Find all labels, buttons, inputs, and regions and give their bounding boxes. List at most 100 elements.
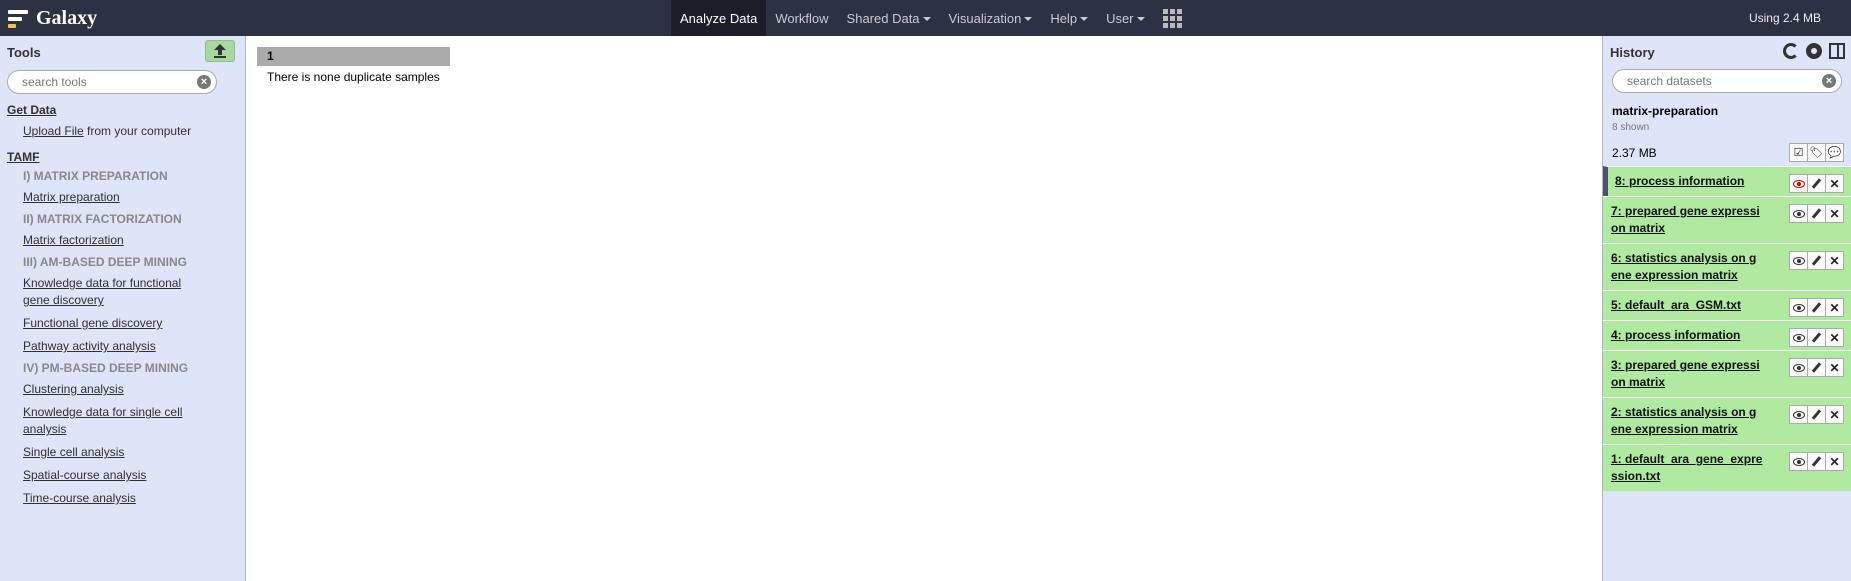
tool-section-tamf[interactable]: TAMF xyxy=(7,150,245,164)
dataset-title[interactable]: 4: process information xyxy=(1603,321,1763,350)
annotation-button[interactable]: 💬 xyxy=(1825,143,1844,162)
delete-button[interactable]: ✕ xyxy=(1825,452,1844,471)
tool-search: × xyxy=(7,70,217,94)
display-button[interactable] xyxy=(1789,452,1808,471)
delete-button[interactable]: ✕ xyxy=(1825,298,1844,317)
history-dataset[interactable]: 2: statistics analysis on gene expressio… xyxy=(1603,397,1851,444)
columns-icon[interactable] xyxy=(1829,43,1845,59)
masthead: Galaxy Analyze Data Workflow Shared Data Vi… xyxy=(0,0,1851,36)
refresh-icon[interactable] xyxy=(1783,43,1799,59)
tool-link[interactable]: Matrix factorization xyxy=(0,232,200,249)
eye-icon xyxy=(1792,363,1805,372)
dataset-search-input[interactable] xyxy=(1613,70,1793,92)
history-dataset[interactable]: 8: process information ✕ xyxy=(1603,166,1851,196)
delete-button[interactable]: ✕ xyxy=(1825,174,1844,193)
dataset-title[interactable]: 6: statistics analysis on gene expressio… xyxy=(1603,244,1763,290)
tool-panel-title: Tools xyxy=(7,44,41,60)
tool-link[interactable]: Time-course analysis xyxy=(0,490,200,507)
display-button[interactable] xyxy=(1789,298,1808,317)
tool-link[interactable]: Spatial-course analysis xyxy=(0,467,200,484)
pencil-icon xyxy=(1811,409,1822,420)
eye-icon xyxy=(1792,209,1805,218)
brand[interactable]: Galaxy xyxy=(8,0,97,36)
display-button[interactable] xyxy=(1789,251,1808,270)
tool-section-get-data[interactable]: Get Data xyxy=(7,103,245,117)
display-button[interactable] xyxy=(1789,405,1808,424)
tool-link[interactable]: Pathway activity analysis xyxy=(0,338,200,355)
tool-section-label: III) AM-BASED DEEP MINING xyxy=(23,255,188,269)
history-dataset[interactable]: 1: default_ara_gene_expression.txt ✕ xyxy=(1603,444,1851,491)
edit-button[interactable] xyxy=(1807,298,1826,317)
nav-analyze-data[interactable]: Analyze Data xyxy=(671,0,767,36)
upload-button[interactable] xyxy=(205,40,235,62)
edit-button[interactable] xyxy=(1807,174,1826,193)
tool-link[interactable]: Knowledge data for single cell analysis xyxy=(0,404,200,438)
history-dataset[interactable]: 5: default_ara_GSM.txt ✕ xyxy=(1603,290,1851,320)
edit-button[interactable] xyxy=(1807,405,1826,424)
display-button[interactable] xyxy=(1789,358,1808,377)
tool-link[interactable]: Clustering analysis xyxy=(0,381,200,398)
edit-button[interactable] xyxy=(1807,251,1826,270)
close-icon: ✕ xyxy=(1829,300,1840,315)
select-items-button[interactable]: ☑ xyxy=(1789,143,1808,162)
upload-file-link[interactable]: Upload File xyxy=(23,124,84,138)
center-panel: 1 There is none duplicate samples xyxy=(247,36,1602,581)
history-panel-header: History xyxy=(1603,36,1851,68)
tool-link[interactable]: Matrix preparation xyxy=(0,189,200,206)
edit-button[interactable] xyxy=(1807,452,1826,471)
nav-shared-data[interactable]: Shared Data xyxy=(838,0,940,36)
history-dataset[interactable]: 7: prepared gene expression matrix ✕ xyxy=(1603,196,1851,243)
dataset-title[interactable]: 1: default_ara_gene_expression.txt xyxy=(1603,445,1763,491)
nav-workflow[interactable]: Workflow xyxy=(766,0,837,36)
nav-visualization[interactable]: Visualization xyxy=(940,0,1042,36)
tool-search-input[interactable] xyxy=(8,71,188,93)
delete-button[interactable]: ✕ xyxy=(1825,251,1844,270)
dataset-title[interactable]: 5: default_ara_GSM.txt xyxy=(1603,291,1763,320)
history-panel-title: History xyxy=(1610,44,1655,60)
caret-down-icon xyxy=(1080,17,1089,21)
tool-link[interactable]: Functional gene discovery xyxy=(0,315,200,332)
history-size-row: 2.37 MB ☑ 🏷 💬 xyxy=(1603,140,1851,166)
clear-search-icon[interactable]: × xyxy=(197,75,211,89)
gear-icon[interactable] xyxy=(1806,43,1822,59)
nav-label: User xyxy=(1106,10,1134,26)
edit-button[interactable] xyxy=(1807,204,1826,223)
delete-button[interactable]: ✕ xyxy=(1825,204,1844,223)
quota-meter[interactable]: Using 2.4 MB xyxy=(1749,0,1821,36)
eye-icon xyxy=(1792,303,1805,312)
tool-link[interactable]: Single cell analysis xyxy=(0,444,200,461)
pencil-icon xyxy=(1811,255,1822,266)
history-name[interactable]: matrix-preparation xyxy=(1612,104,1851,118)
dataset-title[interactable]: 2: statistics analysis on gene expressio… xyxy=(1603,398,1763,444)
pencil-icon xyxy=(1811,178,1822,189)
eye-icon xyxy=(1792,256,1805,265)
dataset-search: × xyxy=(1612,69,1842,93)
history-dataset[interactable]: 4: process information ✕ xyxy=(1603,320,1851,350)
nav-label: Help xyxy=(1050,10,1078,26)
apps-button[interactable] xyxy=(1154,0,1191,36)
dataset-title[interactable]: 8: process information xyxy=(1608,167,1768,196)
edit-button[interactable] xyxy=(1807,358,1826,377)
history-dataset[interactable]: 6: statistics analysis on gene expressio… xyxy=(1603,243,1851,290)
comment-icon: 💬 xyxy=(1827,147,1842,159)
close-icon: ✕ xyxy=(1829,407,1840,422)
delete-button[interactable]: ✕ xyxy=(1825,358,1844,377)
clear-dataset-search-icon[interactable]: × xyxy=(1822,74,1836,88)
display-button[interactable] xyxy=(1789,328,1808,347)
dataset-title[interactable]: 7: prepared gene expression matrix xyxy=(1603,197,1763,243)
nav-help[interactable]: Help xyxy=(1041,0,1097,36)
nav-user[interactable]: User xyxy=(1097,0,1153,36)
delete-button[interactable]: ✕ xyxy=(1825,328,1844,347)
history-dataset[interactable]: 3: prepared gene expression matrix ✕ xyxy=(1603,350,1851,397)
pencil-icon xyxy=(1811,302,1822,313)
delete-button[interactable]: ✕ xyxy=(1825,405,1844,424)
tool-section-label: II) MATRIX FACTORIZATION xyxy=(23,212,182,226)
pencil-icon xyxy=(1811,208,1822,219)
display-button[interactable] xyxy=(1789,204,1808,223)
display-button[interactable] xyxy=(1789,174,1808,193)
edit-button[interactable] xyxy=(1807,328,1826,347)
tool-link[interactable]: Knowledge data for functional gene disco… xyxy=(0,275,200,309)
dataset-title[interactable]: 3: prepared gene expression matrix xyxy=(1603,351,1763,397)
tags-button[interactable]: 🏷 xyxy=(1807,143,1826,162)
apps-grid-icon xyxy=(1162,8,1182,28)
